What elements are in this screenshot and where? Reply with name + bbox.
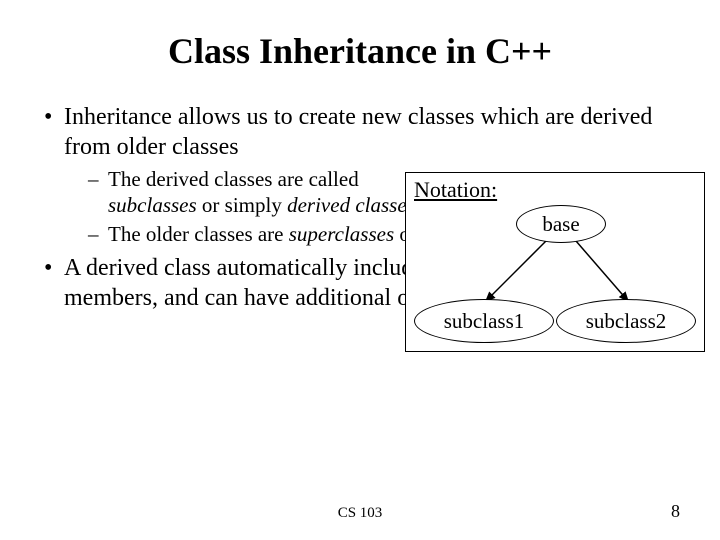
notation-diagram: Notation: base subclass1 subclass2 xyxy=(405,172,705,352)
base-label: base xyxy=(542,212,579,237)
footer-page-number: 8 xyxy=(671,501,680,522)
sub1-label: subclass1 xyxy=(444,309,525,334)
sub1-em2: derived classes xyxy=(287,193,415,217)
sub2-pre: The older classes are xyxy=(108,222,289,246)
sub1-pre: The derived classes are called xyxy=(108,167,359,191)
base-oval: base xyxy=(516,205,606,243)
sub2-label: subclass2 xyxy=(586,309,667,334)
sub1-mid: or simply xyxy=(197,193,287,217)
bullet-1-text: Inheritance allows us to create new clas… xyxy=(64,104,652,160)
sub2-em1: superclasses xyxy=(289,222,394,246)
sub1-em1: subclasses xyxy=(108,193,197,217)
footer-course: CS 103 xyxy=(0,505,720,522)
slide-title: Class Inheritance in C++ xyxy=(40,30,680,72)
subclass1-oval: subclass1 xyxy=(414,299,554,343)
subclass2-oval: subclass2 xyxy=(556,299,696,343)
slide: Class Inheritance in C++ Inheritance all… xyxy=(0,0,720,540)
